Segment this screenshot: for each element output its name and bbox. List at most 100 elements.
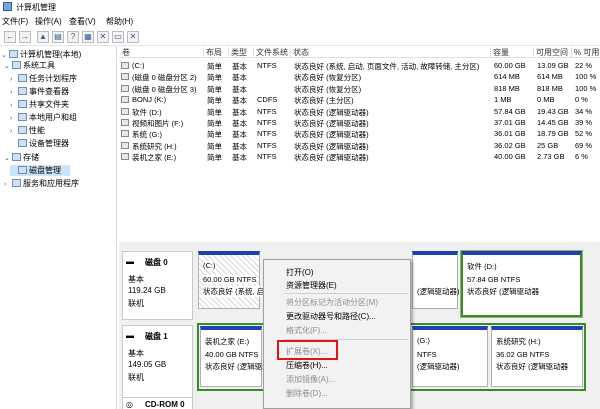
table-cell: 14.45 GB [537, 118, 569, 127]
tree-disk-management[interactable]: 磁盘管理 [10, 165, 70, 176]
table-header: 卷 布局 类型 文件系统 状态 容量 可用空间 % 可用 [119, 46, 600, 58]
event-icon [18, 87, 27, 95]
partition-c-size: 60.00 GB NTFS [203, 275, 257, 284]
col-status[interactable]: 状态 [293, 47, 491, 58]
table-cell: 状态良好 (主分区) [294, 96, 354, 106]
menu-add-mirror[interactable]: 添加镜像(A)... [286, 374, 335, 385]
table-cell: NTFS [257, 140, 277, 150]
menu-mark-active[interactable]: 将分区标记为活动分区(M) [286, 297, 378, 308]
partition-d-label: 软件 (D:) [467, 262, 497, 271]
table-cell: 100 % [575, 72, 597, 82]
forward-icon[interactable]: → [19, 31, 31, 43]
up-icon[interactable]: ▲ [37, 31, 49, 43]
partition-g[interactable]: (G:) NTFS (逻辑驱动器) [412, 326, 488, 387]
col-volume[interactable]: 卷 [122, 47, 204, 58]
partition-d[interactable]: 软件 (D:) 57.84 GB NTFS 状态良好 (逻辑驱动器 [460, 250, 583, 318]
menu-help[interactable]: 帮助(H) [106, 16, 133, 27]
cdrom-header[interactable]: ◎ CD-ROM 0 [122, 397, 193, 409]
table-row[interactable]: (磁盘 0 磁盘分区 2) 简单 基本 状态良好 (恢复分区) 614 MB 614 MB… [119, 71, 600, 82]
partition-c[interactable]: (C:) 60.00 GB NTFS 状态良好 (系统, 启动 [198, 251, 272, 309]
partition-d-status: 状态良好 (逻辑驱动器 [467, 287, 540, 296]
volume-icon [121, 107, 129, 115]
col-free[interactable]: 可用空间 [536, 47, 572, 58]
table-row[interactable]: 软件 (D:) 简单 基本 NTFS 状态良好 (逻辑驱动器) 57.84 GB 19.43… [119, 106, 600, 117]
disk-icon: ▬ [126, 331, 134, 340]
close-icon[interactable]: ✕ [127, 31, 139, 43]
col-type[interactable]: 类型 [231, 47, 254, 58]
cdrom-name: CD-ROM 0 [145, 400, 185, 409]
table-row[interactable]: BONJ (K:) 简单 基本 CDFS 状态良好 (主分区) 1 MB 0 MB 0 % [119, 94, 600, 105]
volume-icon [121, 130, 129, 138]
table-cell: 简单 [207, 141, 222, 151]
tree-performance[interactable]: › 性能 [10, 125, 45, 136]
tree-shared-folders[interactable]: › 共享文件夹 [10, 99, 69, 110]
table-cell: 6 % [575, 152, 588, 162]
col-filesystem[interactable]: 文件系统 [256, 47, 291, 58]
disk-0-header[interactable]: ▬ 磁盘 0 基本 119.24 GB 联机 [122, 251, 193, 320]
properties-icon[interactable]: ▤ [52, 31, 64, 43]
menu-delete-volume[interactable]: 删除卷(D)... [286, 388, 328, 399]
tree-event-viewer[interactable]: › 事件查看器 [10, 86, 69, 97]
table-row[interactable]: 装机之家 (E:) 简单 基本 NTFS 状态良好 (逻辑驱动器) 40.00 GB 2.7… [119, 151, 600, 162]
partition-d0-mid[interactable]: (逻辑驱动器) [412, 251, 460, 309]
partition-h-status: 状态良好 (逻辑驱动器 [496, 362, 569, 371]
disk-1-header[interactable]: ▬ 磁盘 1 基本 149.05 GB 联机 [122, 325, 193, 401]
table-cell: NTFS [257, 152, 277, 162]
table-cell: (磁盘 0 磁盘分区 2) [132, 73, 197, 83]
partition-h[interactable]: 系统研究 (H:) 36.02 GB NTFS 状态良好 (逻辑驱动器 [491, 326, 583, 387]
view-icon[interactable]: ▦ [82, 31, 94, 43]
table-cell: 2.73 GB [537, 152, 565, 162]
tools-icon [12, 61, 21, 69]
volume-icon [121, 96, 129, 104]
tree-task-scheduler[interactable]: › 任务计划程序 [10, 73, 77, 84]
menu-change-letter[interactable]: 更改驱动器号和路径(C)... [286, 311, 376, 322]
menu-explore[interactable]: 资源管理器(E) [286, 280, 337, 291]
tree-device-manager[interactable]: 设备管理器 [10, 138, 69, 149]
menu-open[interactable]: 打开(O) [286, 267, 314, 278]
menu-format[interactable]: 格式化(F)... [286, 325, 327, 336]
menu-file[interactable]: 文件(F) [2, 16, 28, 27]
table-row[interactable]: 系统研究 (H:) 简单 基本 NTFS 状态良好 (逻辑驱动器) 36.02 GB 25 … [119, 140, 600, 151]
volume-icon [121, 73, 129, 81]
disk-0-type: 基本 [128, 275, 144, 284]
col-layout[interactable]: 布局 [206, 47, 229, 58]
table-cell: 37.01 GB [494, 118, 526, 127]
table-row[interactable]: (磁盘 0 磁盘分区 3) 简单 基本 状态良好 (恢复分区) 818 MB 818 MB… [119, 83, 600, 94]
table-cell: CDFS [257, 95, 278, 105]
volume-icon [121, 119, 129, 126]
disk-icon [18, 166, 27, 174]
help-icon[interactable]: ? [67, 31, 79, 43]
table-cell: 36.01 GB [494, 129, 526, 139]
tree-services[interactable]: › 服务和应用程序 [4, 178, 79, 189]
table-cell: NTFS [257, 106, 277, 116]
back-icon[interactable]: ← [4, 31, 16, 43]
table-row[interactable]: (C:) 简单 基本 NTFS 状态良好 (系统, 启动, 页面文件, 活动, 故障转储… [119, 60, 600, 71]
tree-storage[interactable]: ⌄ 存储 [4, 152, 39, 163]
menu-bar: 文件(F) 操作(A) 查看(V) 帮助(H) [0, 14, 600, 28]
menu-view[interactable]: 查看(V) [69, 16, 96, 27]
table-cell: 818 MB [494, 83, 520, 93]
delete-icon[interactable]: ✕ [97, 31, 109, 43]
col-percent-free[interactable]: % 可用 [574, 47, 600, 58]
table-cell: 34 % [575, 106, 593, 116]
table-row[interactable]: 视频和图片 (F:) 简单 基本 NTFS 状态良好 (逻辑驱动器) 37.01 GB 14… [119, 117, 600, 128]
menu-shrink-volume[interactable]: 压缩卷(H)... [286, 360, 328, 371]
disk-0-size: 119.24 GB [128, 286, 166, 295]
partition-e[interactable]: 装机之家 (E:) 40.00 GB NTFS 状态良好 (逻辑驱动器 [200, 326, 277, 387]
menu-action[interactable]: 操作(A) [35, 16, 62, 27]
table-cell: 装机之家 (E:) [132, 153, 177, 163]
tree-local-users[interactable]: › 本地用户和组 [10, 112, 77, 123]
disk-1-name: 磁盘 1 [145, 332, 168, 341]
storage-icon [12, 153, 21, 161]
table-cell: 基本 [232, 96, 247, 106]
partition-g-label: (G:) [417, 336, 430, 345]
new-icon[interactable]: ▭ [112, 31, 124, 43]
col-capacity[interactable]: 容量 [493, 47, 534, 58]
table-row[interactable]: 系统 (G:) 简单 基本 NTFS 状态良好 (逻辑驱动器) 36.01 GB 18.79… [119, 128, 600, 139]
cdrom-icon: ◎ [126, 400, 133, 409]
table-cell: 简单 [207, 84, 222, 94]
table-cell: 基本 [232, 119, 247, 128]
table-cell: 57.84 GB [494, 106, 526, 116]
tree-system-tools[interactable]: ⌄ 系统工具 [4, 60, 55, 71]
tree-root[interactable]: ⌄ 计算机管理(本地) [1, 49, 81, 60]
